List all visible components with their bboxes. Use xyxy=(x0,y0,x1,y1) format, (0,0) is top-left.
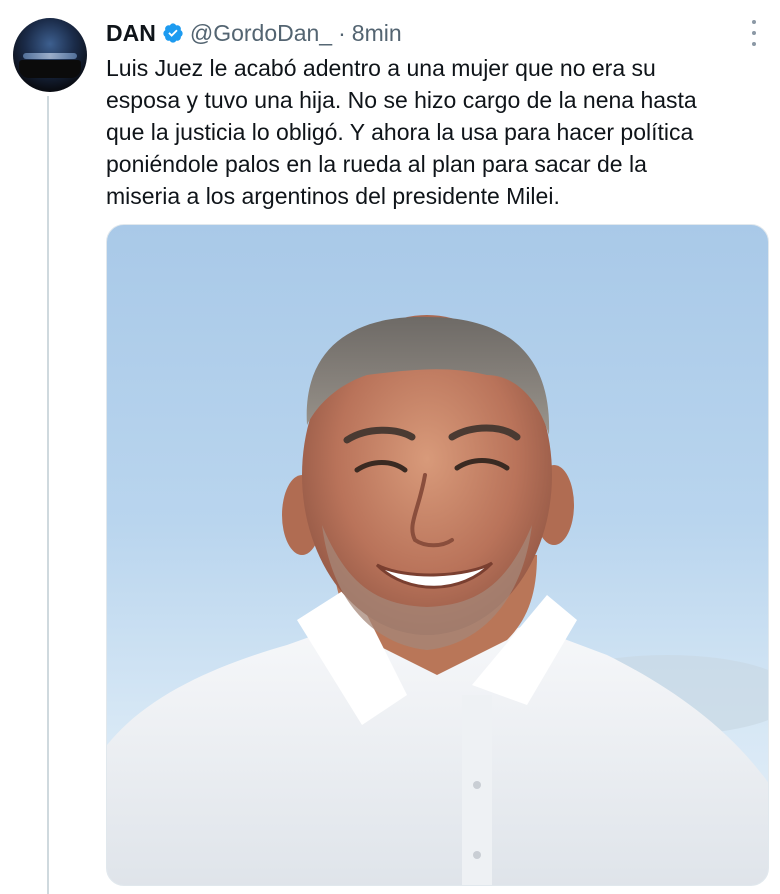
tweet-text: Luis Juez le acabó adentro a una mujer q… xyxy=(106,55,697,209)
avatar[interactable] xyxy=(13,18,87,92)
tweet-header: DAN @GordoDan_ · 8min xyxy=(106,18,402,48)
thread-line xyxy=(47,96,49,894)
avatar-horizon xyxy=(19,60,81,78)
tweet-photo[interactable] xyxy=(106,224,769,886)
display-name[interactable]: DAN xyxy=(106,20,156,47)
timestamp[interactable]: 8min xyxy=(352,20,402,47)
tweet[interactable]: DAN @GordoDan_ · 8min Luis Juez le acabó… xyxy=(0,0,780,894)
avatar-glow xyxy=(23,53,77,59)
dot-icon xyxy=(752,42,756,46)
separator-dot: · xyxy=(338,19,346,46)
dot-icon xyxy=(752,31,756,35)
more-options-icon[interactable] xyxy=(748,20,760,46)
portrait-illustration xyxy=(107,315,768,885)
dot-icon xyxy=(752,20,756,24)
verified-badge-icon xyxy=(163,23,183,43)
user-handle[interactable]: @GordoDan_ xyxy=(190,20,332,47)
